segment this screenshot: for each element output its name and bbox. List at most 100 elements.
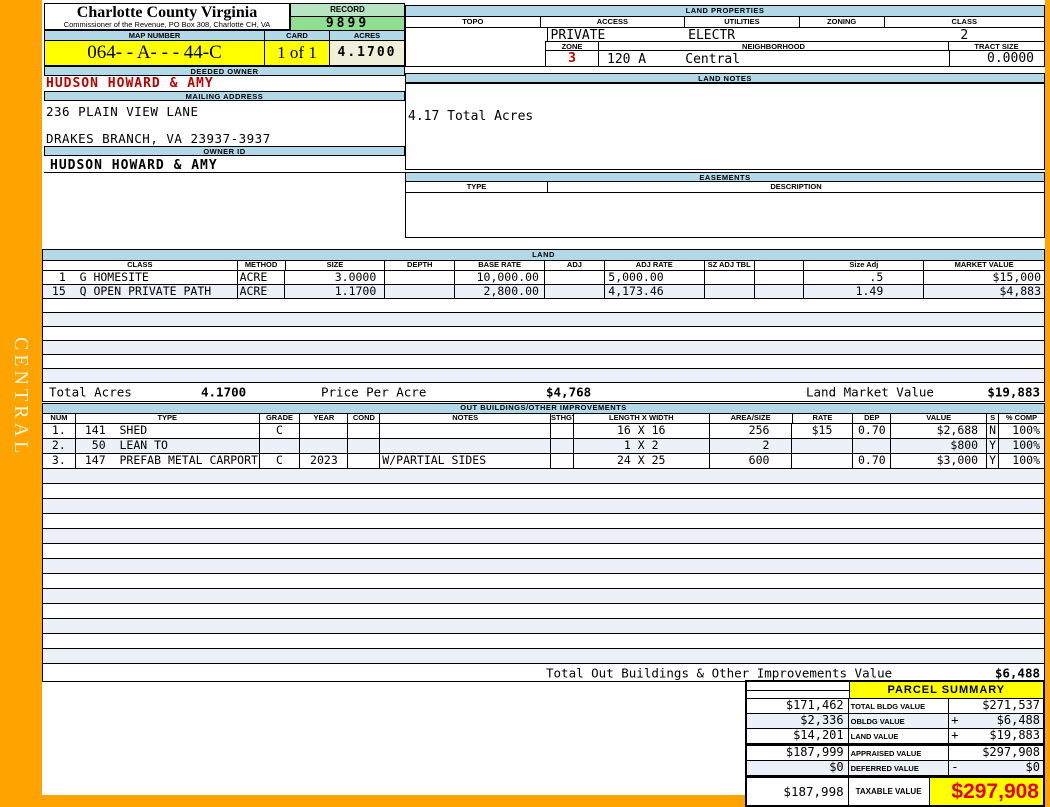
parcel-summary-rows: $171,462 TOTAL BLDG VALUE $271,537 $2,336 OB… xyxy=(747,699,1043,776)
outbuildings-cell-area: 2 xyxy=(710,439,793,453)
outbuildings-header-notes: NOTES xyxy=(380,414,551,423)
land-cell-size: 1.1700 xyxy=(285,285,386,298)
zone-label: ZONE xyxy=(546,41,599,51)
land-cell-adj_rate: 4,173.46 xyxy=(605,285,705,298)
summary-operator: + xyxy=(951,728,959,742)
summary-label: OBLDG VALUE xyxy=(849,714,950,728)
outbuildings-cell-year xyxy=(300,424,349,438)
zoning-header: ZONING xyxy=(799,17,885,28)
outbuildings-cell-grade: C xyxy=(260,424,301,438)
land-properties-values: PRIVATE ELECTR 2 xyxy=(406,28,1044,43)
land-properties-headers: TOPO ACCESS UTILITIES ZONING CLASS xyxy=(406,17,1044,28)
map-number-label: MAP NUMBER xyxy=(44,30,265,41)
land-empty-row xyxy=(43,327,1044,341)
land-cell-size_adj: .5 xyxy=(804,271,925,284)
land-cell-size_adj: 1.49 xyxy=(804,285,925,298)
class-value: 2 xyxy=(960,28,969,43)
outbuildings-empty-row xyxy=(43,529,1044,544)
outbuildings-cell-s: Y xyxy=(987,454,1000,468)
outbuildings-cell-notes: W/PARTIAL SIDES xyxy=(380,454,551,468)
summary-label: APPRAISED VALUE xyxy=(849,746,950,760)
outbuildings-empty-row xyxy=(43,604,1044,619)
summary-operator: - xyxy=(951,760,959,774)
outbuildings-cell-type: 147 PREFAB METAL CARPORT xyxy=(77,454,260,468)
land-totals-row: Total Acres 4.1700 Price Per Acre $4,768… xyxy=(43,383,1044,401)
utilities-value: ELECTR xyxy=(688,28,736,43)
outbuildings-cell-year xyxy=(300,439,349,453)
outbuildings-cell-type: 50 LEAN TO xyxy=(76,439,260,453)
outbuildings-empty-row xyxy=(43,514,1044,529)
summary-row-total-bldg-value: $171,462 TOTAL BLDG VALUE $271,537 xyxy=(747,699,1043,714)
owner-id-label: OWNER ID xyxy=(44,146,405,156)
land-section: LAND CLASS METHOD SIZE DEPTH BASE RATE ADJ ADJ… xyxy=(42,249,1045,402)
outbuildings-section: OUT BUILDINGS/OTHER IMPROVEMENTS NUM TYPE… xyxy=(42,403,1045,682)
outbuildings-empty-row xyxy=(43,544,1044,559)
outbuildings-cell-value: $3,000 xyxy=(891,454,988,468)
access-header: ACCESS xyxy=(540,17,686,28)
land-header-adj_rate: ADJ RATE xyxy=(605,261,705,270)
summary-current-value: $297,908 xyxy=(982,745,1040,759)
summary-prior-value: $14,201 xyxy=(747,729,849,743)
outbuildings-cell-comp: 100% xyxy=(1012,424,1040,437)
tract-size-value: 0.0000 xyxy=(949,51,1044,67)
mailing-address-line1: 236 PLAIN VIEW LANE xyxy=(46,104,199,119)
outbuildings-cell-s: Y xyxy=(987,439,1000,453)
outbuildings-cell-area: 600 xyxy=(710,454,793,468)
land-cell-class: 15 Q OPEN PRIVATE PATH xyxy=(43,285,238,298)
summary-prior-value: $2,336 xyxy=(747,714,849,728)
outbuildings-cell-comp: 100% xyxy=(1012,439,1040,452)
summary-current-value: $271,537 xyxy=(982,698,1040,712)
outbuildings-total-row: Total Out Buildings & Other Improvements… xyxy=(43,664,1044,681)
land-cell-sz_adj_tbl xyxy=(705,271,755,284)
summary-prior-header-cell xyxy=(747,682,849,698)
summary-current-value: $19,883 + xyxy=(951,728,1040,742)
outbuildings-empty-row xyxy=(43,484,1044,499)
land-cell-adj xyxy=(545,271,605,284)
taxable-value: $297,908 xyxy=(929,778,1043,805)
land-header-sz_adj_tbl: SZ ADJ TBL xyxy=(705,261,755,270)
land-cell-depth xyxy=(385,271,456,284)
outbuildings-cell-value: $2,688 xyxy=(891,424,988,438)
outbuildings-cell-sthgt xyxy=(551,439,574,453)
outbuildings-header-lxw: LENGTH X WIDTH xyxy=(574,414,710,423)
land-empty-row xyxy=(43,355,1044,369)
summary-prior-value: $171,462 xyxy=(747,699,849,713)
land-empty-row xyxy=(43,369,1044,383)
outbuildings-cell-lxw: 1 X 2 xyxy=(574,439,710,453)
outbuildings-empty-row xyxy=(43,469,1044,484)
acres-label: ACRES xyxy=(330,30,405,41)
land-cell-blank xyxy=(755,285,805,298)
outbuildings-header-s: S xyxy=(987,414,1000,423)
outbuildings-header-type: TYPE xyxy=(76,414,260,423)
card-content: Charlotte County Virginia Commissioner o… xyxy=(42,0,1045,807)
outbuildings-cell-year: 2023 xyxy=(300,454,349,468)
land-cell-market_value: $4,883 xyxy=(999,285,1042,298)
outbuildings-empty-row xyxy=(43,559,1044,574)
land-notes-box: 4.17 Total Acres xyxy=(405,83,1045,170)
land-market-value: $19,883 xyxy=(987,384,1040,400)
outbuildings-cell-num: 2. xyxy=(43,439,76,453)
outbuildings-cell-notes xyxy=(380,439,551,453)
zoning-value xyxy=(800,28,885,41)
outbuildings-header-sthgt: STHGT xyxy=(550,414,574,423)
land-cell-market_value: $15,000 xyxy=(992,271,1042,284)
outbuildings-header-comp: % COMP xyxy=(1005,414,1038,422)
topo-empty-cell xyxy=(406,41,546,67)
land-cell-base_rate: 2,800.00 xyxy=(455,285,545,298)
summary-row-obldg-value: $2,336 OBLDG VALUE $6,488 + xyxy=(747,714,1043,729)
topo-header: TOPO xyxy=(406,17,541,28)
commissioner-line: Commissioner of the Revenue, PO Box 308,… xyxy=(63,20,271,29)
outbuildings-total-value: $6,488 xyxy=(994,665,1040,680)
land-body: 1 G HOMESITE ACRE 3.0000 10,000.00 5,000.00.… xyxy=(43,271,1044,383)
outbuildings-cell-rate xyxy=(792,439,854,453)
neighborhood-label: NEIGHBORHOOD xyxy=(599,41,949,51)
zone-area: ZONE NEIGHBORHOOD TRACT SIZE 3 120 A Cen… xyxy=(406,41,1044,67)
outbuildings-row: 2. 50 LEAN TO 1 X 2 2 $800 Y 100% xyxy=(43,439,1044,454)
record-box: RECORD 9899 xyxy=(290,3,405,31)
land-header-market_value: MARKET VALUE xyxy=(954,261,1014,269)
zone-value: 3 xyxy=(546,51,599,67)
land-cell-size: 3.0000 xyxy=(285,271,386,284)
summary-operator: + xyxy=(951,713,959,727)
outbuildings-cell-lxw: 24 X 25 xyxy=(574,454,710,468)
mailing-address-line2: DRAKES BRANCH, VA 23937-3937 xyxy=(46,131,271,146)
